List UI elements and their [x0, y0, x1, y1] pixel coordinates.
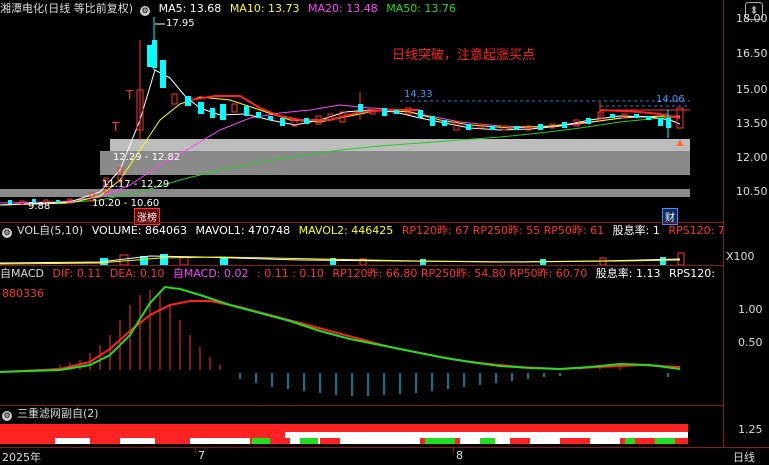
- macd-y-050: 0.50: [738, 336, 763, 349]
- price-axis: 18.00 16.50 15.00 13.50 12.00 10.50: [723, 0, 769, 222]
- x-label-month-8: 8: [456, 449, 463, 462]
- y-label-1200: 12.00: [736, 151, 768, 164]
- vol-mavol1: MAVOL1: 470748: [195, 224, 291, 237]
- volume-axis: X100: [723, 222, 769, 265]
- volume-panel[interactable]: ⚙ VOL自(5,10) VOLUME: 864063 MAVOL1: 47074…: [0, 222, 769, 265]
- volume-header: ⚙ VOL自(5,10) VOLUME: 864063 MAVOL1: 47074…: [0, 223, 730, 239]
- y-label-1800: 18.00: [736, 12, 768, 25]
- low-label: 9.88: [28, 201, 51, 212]
- vol-rps: RPS120: 7: [668, 224, 725, 237]
- macd-panel[interactable]: 自MACD DIF: 0.11 DEA: 0.10 自MACD: 0.02 : …: [0, 265, 769, 405]
- vol-rp: RP120昨: 67 RP250昨: 55 RP50昨: 61: [401, 224, 605, 237]
- filter-bars-svg: [0, 424, 688, 444]
- high-label: 17.95: [166, 18, 195, 29]
- volume-bars-svg: [0, 252, 685, 265]
- x-label-month-7: 7: [198, 449, 205, 462]
- y-label-1500: 15.00: [736, 83, 768, 96]
- vol-mavol2: MAVOL2: 446425: [298, 224, 394, 237]
- filter-y-125: 1.25: [738, 423, 763, 436]
- level-1433-label: 14.33: [404, 89, 433, 100]
- y-label-1350: 13.50: [736, 117, 768, 130]
- candles: [8, 17, 684, 205]
- vol-ratio: 股息率: 1: [612, 224, 660, 237]
- filter-axis: 1.25: [723, 405, 769, 447]
- filter-panel[interactable]: ⚙ 三重滤网副自(2) 1.25: [0, 405, 769, 447]
- volume-settings-icon[interactable]: ⚙: [2, 228, 12, 238]
- t-mark-1: T: [126, 88, 134, 102]
- vol-scale-label: X100: [726, 250, 755, 263]
- main-chart-panel[interactable]: 湘潭电化(日线 等比前复权) ⚙ MA5: 13.68 MA10: 13.73 M…: [0, 0, 769, 225]
- vol-volume: VOLUME: 864063: [91, 224, 187, 237]
- macd-chart-svg: [0, 285, 681, 396]
- vol-title[interactable]: VOL自(5,10): [17, 224, 83, 237]
- x-axis: 2025年 7 8 日线: [0, 447, 769, 464]
- zone-mid-label: 11.17 - 12.29: [102, 179, 170, 190]
- zone-mid: [100, 151, 690, 175]
- level-1406-label: 14.06: [656, 94, 685, 105]
- filter-title[interactable]: 三重滤网副自(2): [17, 407, 99, 420]
- breakout-annotation: 日线突破，注意起涨买点: [392, 48, 536, 63]
- filter-header: ⚙ 三重滤网副自(2): [0, 406, 104, 422]
- y-label-1650: 16.50: [736, 47, 768, 60]
- dif-line: [0, 285, 681, 373]
- filter-settings-icon[interactable]: ⚙: [2, 411, 12, 421]
- y-label-1050: 10.50: [736, 185, 768, 198]
- macd-axis: 1.00 0.50: [723, 265, 769, 405]
- zone-upper-label: 12.29 - 12.82: [113, 152, 181, 163]
- t-mark-2: T: [112, 120, 120, 134]
- macd-y-100: 1.00: [738, 303, 763, 316]
